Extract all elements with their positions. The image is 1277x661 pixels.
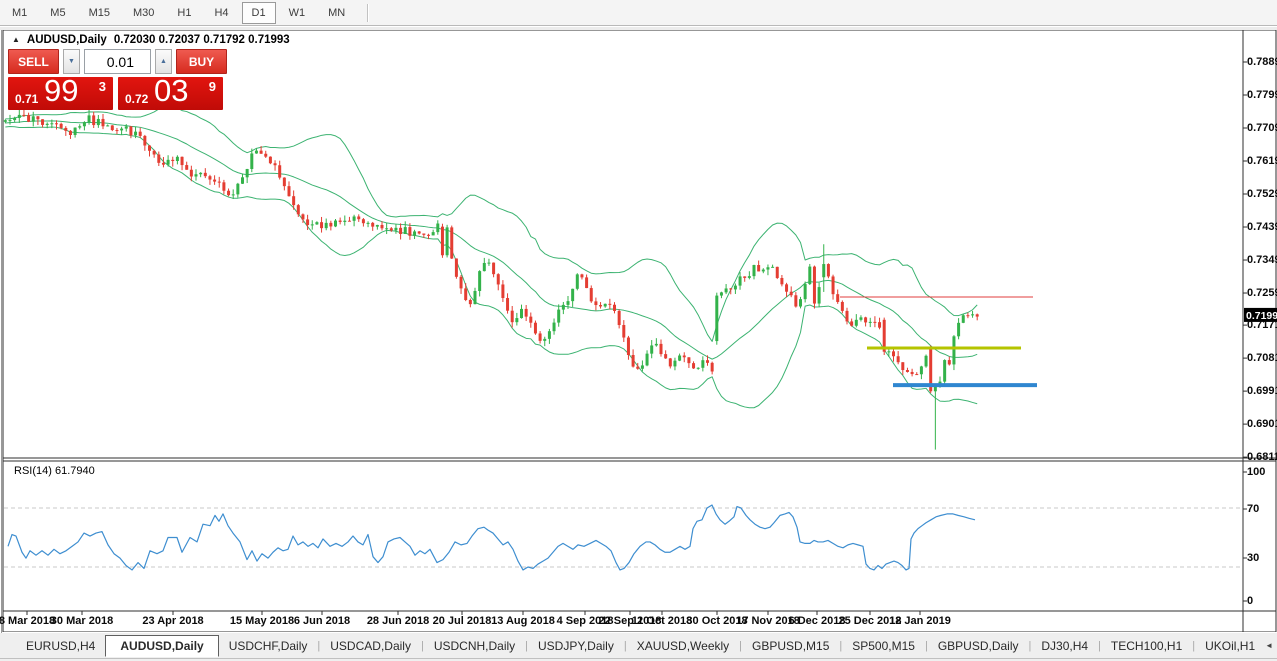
bollinger-middle-band xyxy=(5,121,977,359)
timeframe-button-mn[interactable]: MN xyxy=(318,2,355,24)
price-axis-label: 0.70815 xyxy=(1247,352,1277,364)
chart-tab-ukoil[interactable]: UKOil,H1 xyxy=(1195,636,1265,656)
price-axis-label: 0.69015 xyxy=(1247,418,1277,430)
tab-scroll-arrows: ◄► xyxy=(1265,641,1277,650)
chart-tab-gbpusd[interactable]: GBPUSD,Daily xyxy=(928,636,1029,656)
timeframe-button-m1[interactable]: M1 xyxy=(2,2,37,24)
rsi-level-label: 70 xyxy=(1247,503,1259,515)
timeframe-button-h4[interactable]: H4 xyxy=(204,2,238,24)
price-axis-label: 0.77090 xyxy=(1247,122,1277,134)
chart-title: ▲ AUDUSD,Daily 0.72030 0.72037 0.71792 0… xyxy=(12,33,290,47)
toolbar-separator xyxy=(367,4,368,22)
bollinger-lower-band xyxy=(5,127,977,408)
timeframe-button-d1[interactable]: D1 xyxy=(242,2,276,24)
price-axis-label: 0.75290 xyxy=(1247,188,1277,200)
volume-input[interactable] xyxy=(84,49,151,74)
sell-price-big: 99 xyxy=(44,73,78,109)
timeframe-toolbar: M1M5M15M30H1H4D1W1MN xyxy=(0,0,1277,26)
rsi-level-label: 100 xyxy=(1247,466,1265,478)
buy-price-prefix: 0.72 xyxy=(125,92,148,106)
price-axis-label: 0.76190 xyxy=(1247,155,1277,167)
chart-tab-usdchf[interactable]: USDCHF,Daily xyxy=(219,636,318,656)
tab-scroll-left[interactable]: ◄ xyxy=(1265,641,1273,650)
date-axis-label: 8 Mar 2018 xyxy=(0,615,55,627)
timeframe-button-w1[interactable]: W1 xyxy=(279,2,316,24)
volume-decrease-button[interactable]: ▼ xyxy=(63,49,80,74)
date-axis-label: 12 Jan 2019 xyxy=(889,615,951,627)
chart-tab-sp500[interactable]: SP500,M15 xyxy=(842,636,925,656)
chart-tab-audusd[interactable]: AUDUSD,Daily xyxy=(105,635,218,657)
rsi-line xyxy=(8,505,975,570)
sell-button[interactable]: SELL xyxy=(8,49,59,74)
date-axis-label: 23 Apr 2018 xyxy=(142,615,203,627)
chart-ohlc-quote: 0.72030 0.72037 0.71792 0.71993 xyxy=(114,34,290,46)
date-axis-label: 13 Aug 2018 xyxy=(491,615,555,627)
chart-tab-tech100[interactable]: TECH100,H1 xyxy=(1101,636,1192,656)
chart-tab-gbpusd[interactable]: GBPUSD,M15 xyxy=(742,636,839,656)
buy-quote-box[interactable]: 0.72 03 9 xyxy=(118,77,223,110)
date-axis-label: 6 Dec 2018 xyxy=(789,615,846,627)
date-axis-label: 11 Oct 2018 xyxy=(632,615,693,627)
bollinger-upper-band xyxy=(5,106,977,341)
spin-up-icon: ▲ xyxy=(160,58,167,65)
timeframe-button-h1[interactable]: H1 xyxy=(167,2,201,24)
date-axis-label: 28 Jun 2018 xyxy=(367,615,429,627)
rsi-level-label: 30 xyxy=(1247,552,1259,564)
chart-tab-dj30[interactable]: DJ30,H4 xyxy=(1031,636,1098,656)
sell-price-prefix: 0.71 xyxy=(15,92,38,106)
chart-tab-usdcnh[interactable]: USDCNH,Daily xyxy=(424,636,525,656)
chart-tab-eurusd[interactable]: EURUSD,H4 xyxy=(16,636,105,656)
buy-button[interactable]: BUY xyxy=(176,49,227,74)
date-axis-label: 20 Jul 2018 xyxy=(433,615,492,627)
price-axis-label: 0.72590 xyxy=(1247,287,1277,299)
price-axis-label: 0.69915 xyxy=(1247,385,1277,397)
chart-tab-usdjpy[interactable]: USDJPY,Daily xyxy=(528,636,624,656)
date-axis-label: 15 May 2018 xyxy=(230,615,294,627)
sell-quote-box[interactable]: 0.71 99 3 xyxy=(8,77,113,110)
timeframe-button-m5[interactable]: M5 xyxy=(40,2,75,24)
price-axis-label: 0.78890 xyxy=(1247,56,1277,68)
rsi-indicator-label: RSI(14) 61.7940 xyxy=(14,465,95,477)
timeframe-button-m15[interactable]: M15 xyxy=(79,2,120,24)
timeframe-button-m30[interactable]: M30 xyxy=(123,2,164,24)
price-axis-label: 0.77990 xyxy=(1247,89,1277,101)
buy-price-big: 03 xyxy=(154,73,188,109)
buy-price-pipette: 9 xyxy=(209,79,216,94)
chart-tab-xauusd[interactable]: XAUUSD,Weekly xyxy=(627,636,739,656)
rsi-level-label: 0 xyxy=(1247,595,1253,607)
price-axis-label: 0.73490 xyxy=(1247,254,1277,266)
chart-canvas[interactable]: 0.71 99 3 xyxy=(0,30,1277,632)
chart-tabbar: EURUSD,H4AUDUSD,DailyUSDCHF,Daily|USDCAD… xyxy=(0,633,1277,658)
volume-increase-button[interactable]: ▲ xyxy=(155,49,172,74)
date-axis-label: 6 Jun 2018 xyxy=(294,615,350,627)
one-click-trading-panel: SELL ▼ ▲ BUY 0.71 99 3 0.72 03 9 xyxy=(8,49,227,110)
chart-tab-usdcad[interactable]: USDCAD,Daily xyxy=(320,636,421,656)
sell-price-pipette: 3 xyxy=(99,79,106,94)
date-axis-label: 30 Mar 2018 xyxy=(51,615,113,627)
chart-shift-marker-icon: ▲ xyxy=(12,35,20,44)
spin-down-icon: ▼ xyxy=(68,58,75,65)
price-axis-label: 0.68115 xyxy=(1247,451,1277,463)
price-axis-label: 0.71715 xyxy=(1247,319,1277,331)
price-axis-label: 0.74390 xyxy=(1247,221,1277,233)
chart-symbol-period: AUDUSD,Daily xyxy=(27,34,107,46)
